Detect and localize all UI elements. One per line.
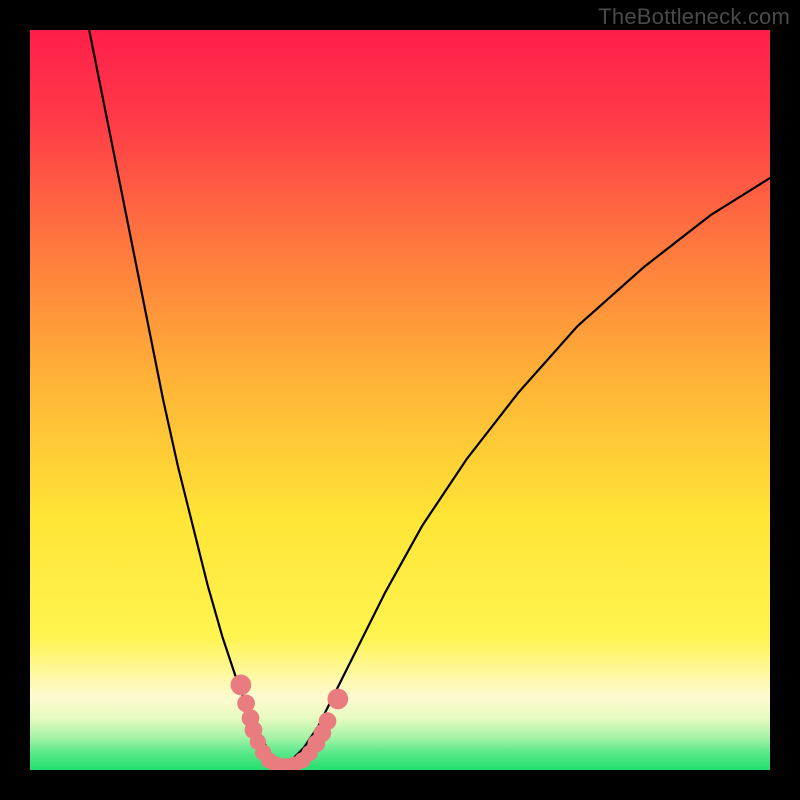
knot-point (327, 689, 348, 710)
plot-area (30, 30, 770, 770)
watermark-text: TheBottleneck.com (598, 4, 790, 30)
curve-knots (30, 30, 770, 770)
knot-point (319, 712, 337, 730)
knot-point (231, 675, 252, 696)
chart-frame: TheBottleneck.com (0, 0, 800, 800)
